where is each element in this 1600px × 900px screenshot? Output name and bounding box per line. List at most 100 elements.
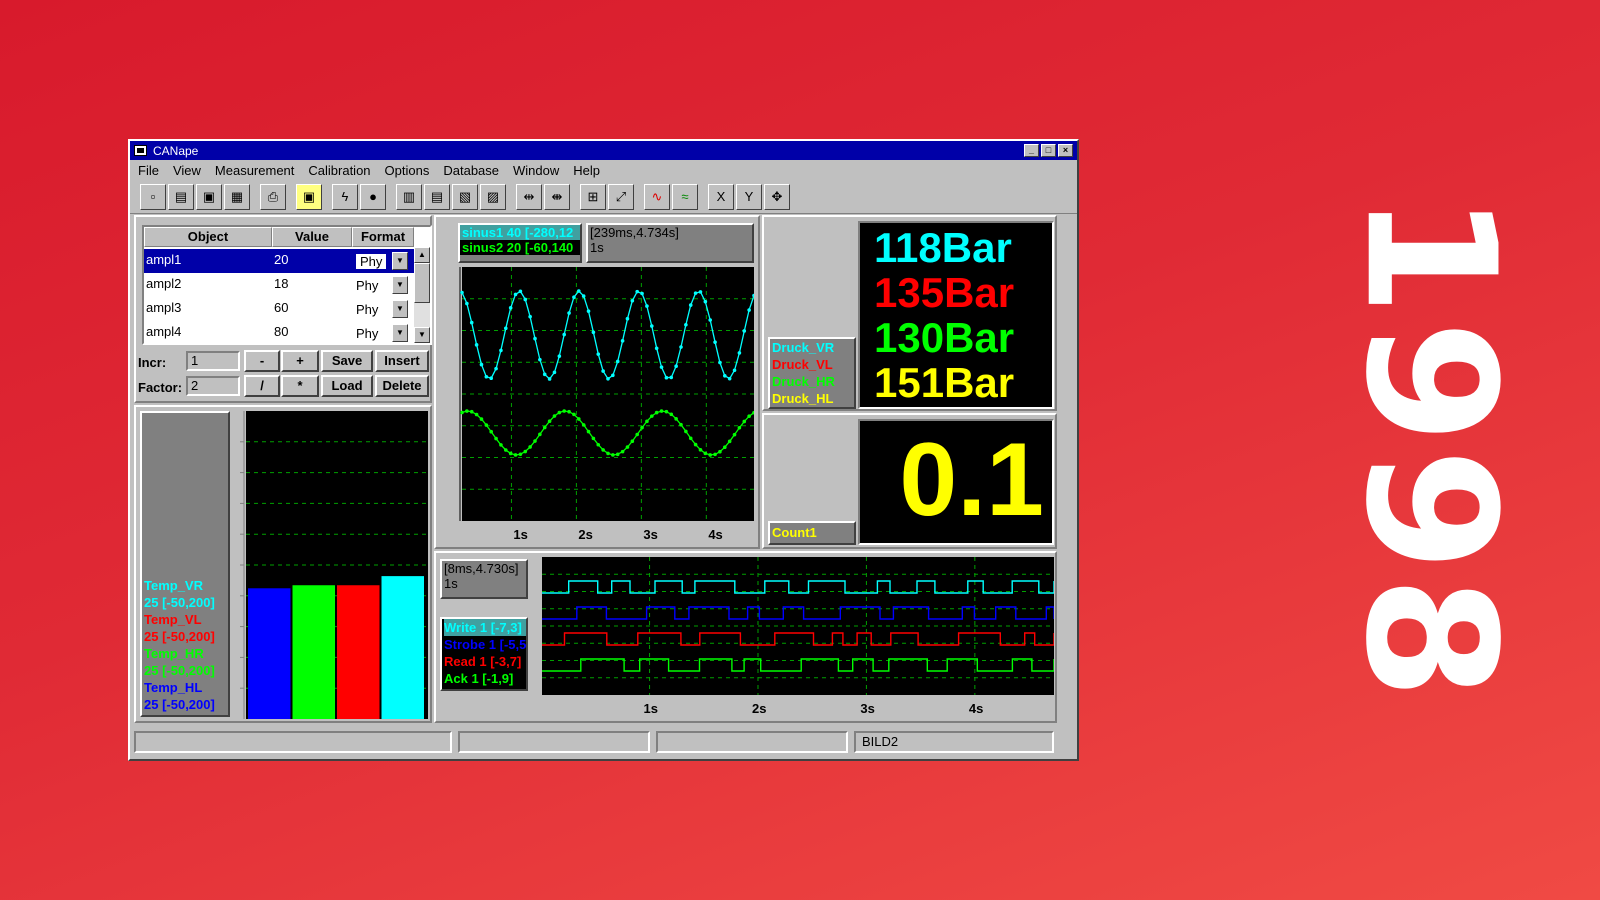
sinus1-line-point — [494, 366, 498, 371]
menu-window[interactable]: Window — [513, 163, 559, 178]
legend-temp-vr[interactable]: Temp_VR — [144, 577, 215, 594]
readout-druck-vl: 135Bar — [874, 269, 1015, 316]
new-file-icon[interactable]: ▫ — [140, 183, 166, 210]
insert-button[interactable]: Insert — [375, 350, 429, 372]
factor-field[interactable]: 2 — [186, 376, 240, 396]
delete-button[interactable]: Delete — [375, 375, 429, 397]
minimize-button[interactable]: _ — [1024, 144, 1039, 157]
cursor-right-icon[interactable]: ⇼ — [544, 183, 570, 210]
menu-database[interactable]: Database — [443, 163, 499, 178]
maximize-button[interactable]: □ — [1041, 144, 1056, 157]
multi-signal-icon[interactable]: ≈ — [672, 183, 698, 210]
legend-druck-hr[interactable]: Druck_HR — [772, 373, 854, 390]
menu-options[interactable]: Options — [385, 163, 430, 178]
value-cell[interactable]: 20 — [274, 252, 288, 267]
chevron-down-icon[interactable]: ▼ — [392, 324, 408, 342]
value-cell[interactable]: 80 — [274, 324, 288, 339]
legend-write1[interactable]: Write 1 [-7,3] — [444, 619, 526, 636]
value-cell[interactable]: 60 — [274, 300, 288, 315]
legend-temp-vl[interactable]: Temp_VL — [144, 611, 215, 628]
table-row[interactable]: ampl4 80 Phy ▼ — [144, 321, 414, 345]
scroll-thumb[interactable] — [414, 263, 430, 303]
divide-button[interactable]: / — [244, 375, 280, 397]
xy-axis-icon[interactable]: ✥ — [764, 183, 790, 210]
column-header-format[interactable]: Format — [352, 227, 414, 247]
sinus2-line-point — [737, 425, 742, 430]
sinus2-line-point — [727, 439, 732, 444]
legend-druck-vl[interactable]: Druck_VL — [772, 356, 854, 373]
legend-druck-hl[interactable]: Druck_HL — [772, 390, 854, 407]
save-file-icon[interactable]: ▦ — [224, 183, 250, 210]
legend-druck-vr[interactable]: Druck_VR — [772, 339, 854, 356]
legend-temp-hl[interactable]: Temp_HL — [144, 679, 215, 696]
print-icon[interactable]: ⎙ — [260, 183, 286, 210]
multiply-button[interactable]: * — [281, 375, 319, 397]
sine-time-box: [239ms,4.734s] 1s — [586, 223, 754, 263]
digital-x-tick-label: 4s — [969, 701, 983, 716]
table-window-icon[interactable]: ▨ — [480, 183, 506, 210]
digital-time-box: [8ms,4.730s] 1s — [440, 559, 528, 599]
scroll-up-icon[interactable]: ▲ — [414, 247, 430, 263]
incr-field[interactable]: 1 — [186, 351, 240, 371]
menu-calibration[interactable]: Calibration — [308, 163, 370, 178]
sinus1-line-point — [645, 304, 649, 308]
chevron-down-icon[interactable]: ▼ — [392, 252, 408, 270]
menu-file[interactable]: File — [138, 163, 159, 178]
bar-window-icon[interactable]: ▤ — [424, 183, 450, 210]
sinus1-line-point — [567, 311, 571, 315]
sinus1-line-point — [688, 303, 693, 307]
digital-plot[interactable]: 1s 2s 3s 4s — [542, 557, 1054, 719]
legend-sinus1[interactable]: sinus1 40 [-280,12 — [460, 225, 580, 240]
sinus2-line-point — [606, 451, 610, 456]
sine-plot[interactable]: 1s 2s 3s 4s — [454, 267, 754, 545]
menu-view[interactable]: View — [173, 163, 201, 178]
y-axis-icon[interactable]: Y — [736, 183, 762, 210]
chevron-down-icon[interactable]: ▼ — [392, 300, 408, 318]
sinus2-line-point — [718, 449, 722, 454]
legend-temp-vl-range: 25 [-50,200] — [144, 629, 215, 644]
cursor-left-icon[interactable]: ⇹ — [516, 183, 542, 210]
sinus1-line-point — [572, 295, 576, 299]
legend-ack1[interactable]: Ack 1 [-1,9] — [444, 670, 526, 687]
numeric-window-icon[interactable]: ▧ — [452, 183, 478, 210]
vertical-scrollbar[interactable]: ▲ ▼ — [414, 247, 430, 343]
save-button[interactable]: Save — [321, 350, 373, 372]
menu-measurement[interactable]: Measurement — [215, 163, 294, 178]
zoom-diagonal-icon[interactable]: ⤢ — [608, 183, 634, 210]
sinus1-line-point — [659, 365, 664, 369]
legend-temp-hr[interactable]: Temp_HR — [144, 645, 215, 662]
chevron-down-icon[interactable]: ▼ — [392, 276, 408, 294]
open-file-icon[interactable]: ▤ — [168, 183, 194, 210]
legend-count1[interactable]: Count1 — [772, 525, 817, 540]
sinus1-line-point — [557, 354, 562, 358]
graphic-window-icon[interactable]: ▥ — [396, 183, 422, 210]
column-header-value[interactable]: Value — [272, 227, 352, 247]
value-cell[interactable]: 18 — [274, 276, 288, 291]
digital-x-tick-label: 1s — [644, 701, 658, 716]
table-row[interactable]: ampl2 18 Phy ▼ — [144, 273, 414, 297]
zoom-area-icon[interactable]: ⊞ — [580, 183, 606, 210]
lightning-icon[interactable]: ϟ — [332, 183, 358, 210]
table-row[interactable]: ampl1 20 Phy ▼ — [144, 249, 414, 273]
copy-file-icon[interactable]: ▣ — [196, 183, 222, 210]
minus-button[interactable]: - — [244, 350, 280, 372]
x-axis-icon[interactable]: X — [708, 183, 734, 210]
app-icon — [134, 145, 147, 156]
legend-strobe1[interactable]: Strobe 1 [-5,5 — [444, 636, 526, 653]
close-button[interactable]: × — [1058, 144, 1073, 157]
legend-sinus2[interactable]: sinus2 20 [-60,140 — [460, 240, 580, 255]
single-signal-icon[interactable]: ∿ — [644, 183, 670, 210]
menu-help[interactable]: Help — [573, 163, 600, 178]
display-icon[interactable]: ▣ — [296, 183, 322, 210]
mdi-area: Object Value Format ampl1 20 Phy ▼ ampl2… — [134, 215, 1073, 725]
plus-button[interactable]: + — [281, 350, 319, 372]
table-row[interactable]: ampl3 60 Phy ▼ — [144, 297, 414, 321]
record-icon[interactable]: ● — [360, 183, 386, 210]
column-header-object[interactable]: Object — [144, 227, 272, 247]
legend-read1[interactable]: Read 1 [-3,7] — [444, 653, 526, 670]
scroll-down-icon[interactable]: ▼ — [414, 327, 430, 343]
title-bar[interactable]: CANape _ □ × — [130, 141, 1077, 160]
sinus1-line-point — [596, 352, 601, 356]
sinus2-line-point — [650, 414, 654, 418]
load-button[interactable]: Load — [321, 375, 373, 397]
